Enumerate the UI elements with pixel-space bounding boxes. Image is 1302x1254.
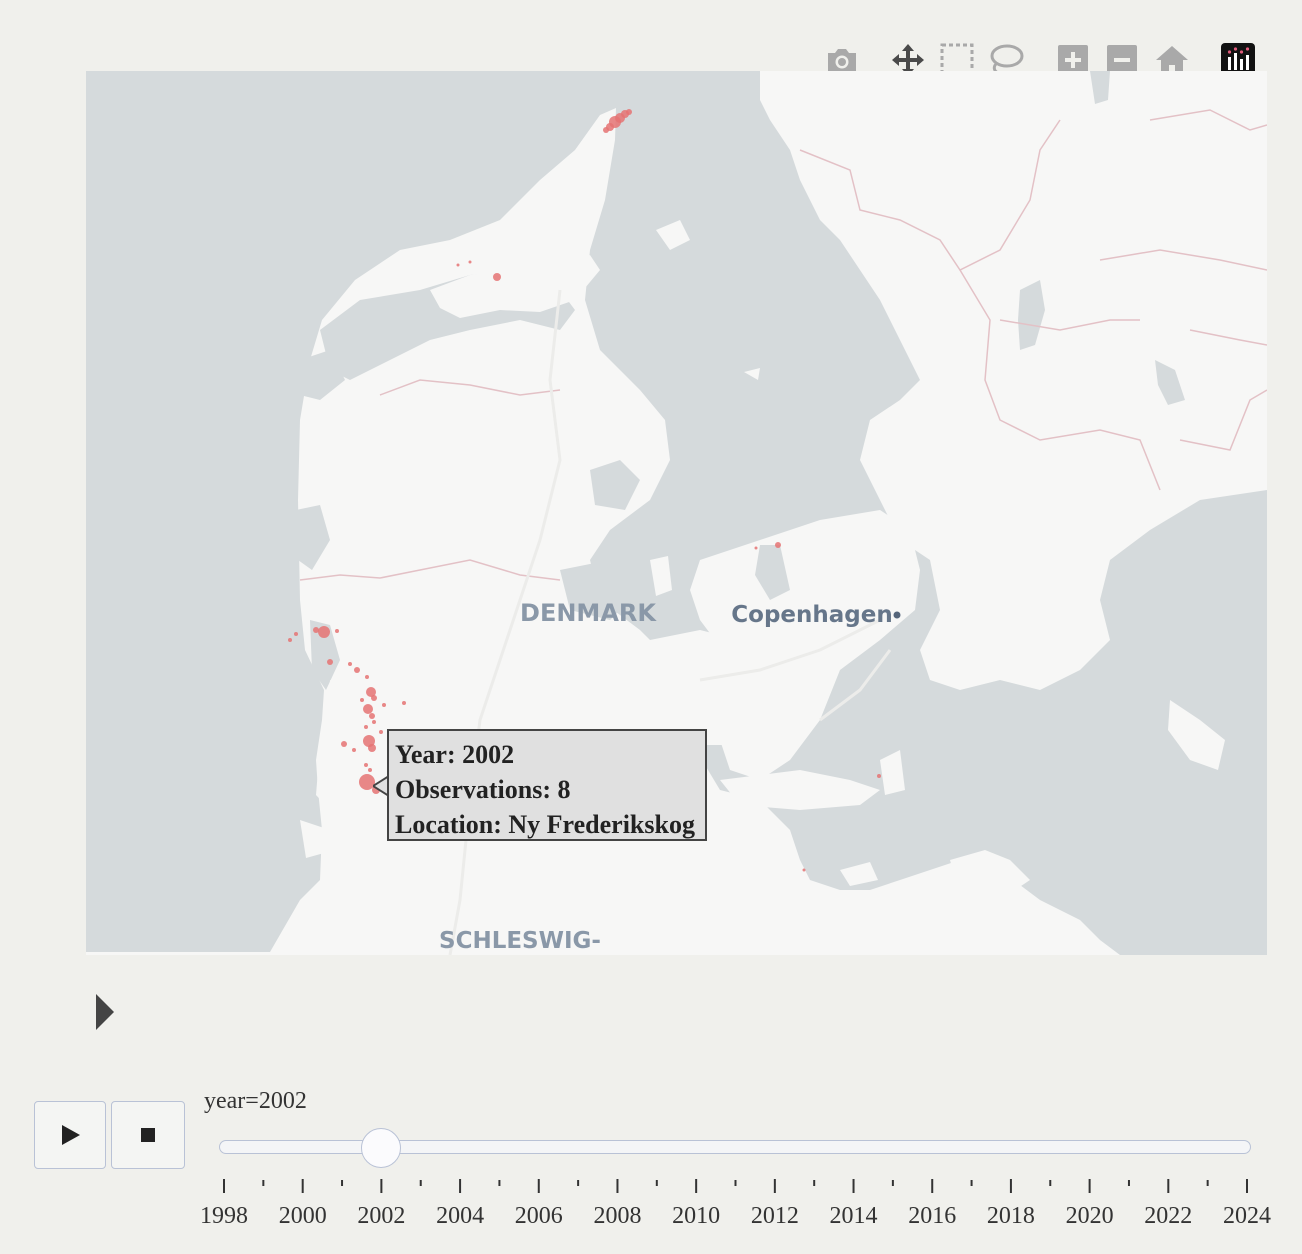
slider-tick-label[interactable]: 2008 <box>593 1203 641 1230</box>
slider-current-value: year=2002 <box>204 1088 307 1114</box>
slider-tick-label[interactable]: 2012 <box>751 1203 799 1230</box>
slider-tick-label[interactable]: 2010 <box>672 1203 720 1230</box>
observation-marker[interactable] <box>456 263 460 267</box>
observation-marker[interactable] <box>626 109 632 115</box>
slider-tick-label[interactable]: 2002 <box>357 1203 405 1230</box>
tooltip-location: Location: Ny Frederikskog <box>395 810 695 839</box>
observation-marker[interactable] <box>372 720 376 724</box>
observation-marker[interactable] <box>364 763 368 767</box>
stop-button[interactable] <box>111 1101 185 1169</box>
region-label: SCHLESWIG- <box>439 928 601 954</box>
observation-marker[interactable] <box>603 127 609 133</box>
collapse-toggle-icon[interactable] <box>92 992 118 1032</box>
observation-marker[interactable] <box>318 626 330 638</box>
hover-tooltip: Year: 2002 Observations: 8 Location: Ny … <box>387 729 707 841</box>
tooltip-year: Year: 2002 <box>395 740 515 769</box>
city-dot <box>893 611 901 619</box>
year-slider-handle[interactable] <box>361 1128 402 1168</box>
observation-marker[interactable] <box>364 725 368 729</box>
observation-marker[interactable] <box>365 675 369 679</box>
observation-marker[interactable] <box>348 662 352 666</box>
observation-marker[interactable] <box>341 741 347 747</box>
slider-tick-label[interactable]: 2016 <box>908 1203 956 1230</box>
observation-marker[interactable] <box>493 273 501 281</box>
observation-marker[interactable] <box>468 260 472 264</box>
zealand-land <box>690 510 920 780</box>
observation-marker[interactable] <box>379 730 383 734</box>
slider-tick-label[interactable]: 2018 <box>987 1203 1035 1230</box>
country-label: DENMARK <box>520 599 657 627</box>
observation-marker[interactable] <box>363 704 373 714</box>
slider-tick-label[interactable]: 2006 <box>515 1203 563 1230</box>
observation-marker[interactable] <box>368 768 372 772</box>
observation-marker[interactable] <box>368 744 376 752</box>
observation-marker[interactable] <box>802 868 806 872</box>
observation-marker[interactable] <box>327 659 333 665</box>
observation-marker[interactable] <box>313 627 319 633</box>
observation-marker[interactable] <box>369 713 375 719</box>
observation-marker[interactable] <box>402 701 406 705</box>
slider-tick-label[interactable]: 2020 <box>1066 1203 1114 1230</box>
slider-tick-label[interactable]: 2024 <box>1223 1203 1271 1230</box>
slider-tick-label[interactable]: 2004 <box>436 1203 484 1230</box>
city-label: Copenhagen <box>731 602 892 628</box>
observation-marker[interactable] <box>335 629 339 633</box>
observation-marker[interactable] <box>754 546 758 550</box>
observation-marker[interactable] <box>352 748 356 752</box>
slider-tick-label[interactable]: 2014 <box>830 1203 878 1230</box>
observation-marker[interactable] <box>294 632 298 636</box>
stop-icon <box>141 1128 155 1142</box>
play-button[interactable] <box>34 1101 106 1169</box>
tooltip-observations: Observations: 8 <box>395 775 571 804</box>
play-icon <box>62 1125 80 1145</box>
observation-marker[interactable] <box>288 638 292 642</box>
observation-marker[interactable] <box>382 703 386 707</box>
observation-marker[interactable] <box>360 698 364 702</box>
slider-tick-label[interactable]: 1998 <box>200 1203 248 1230</box>
observation-marker[interactable] <box>371 695 377 701</box>
slider-tick-label[interactable]: 2022 <box>1144 1203 1192 1230</box>
observation-marker[interactable] <box>354 667 360 673</box>
observation-marker[interactable] <box>775 542 781 548</box>
slider-tick-label[interactable]: 2000 <box>279 1203 327 1230</box>
observation-marker[interactable] <box>877 774 881 778</box>
